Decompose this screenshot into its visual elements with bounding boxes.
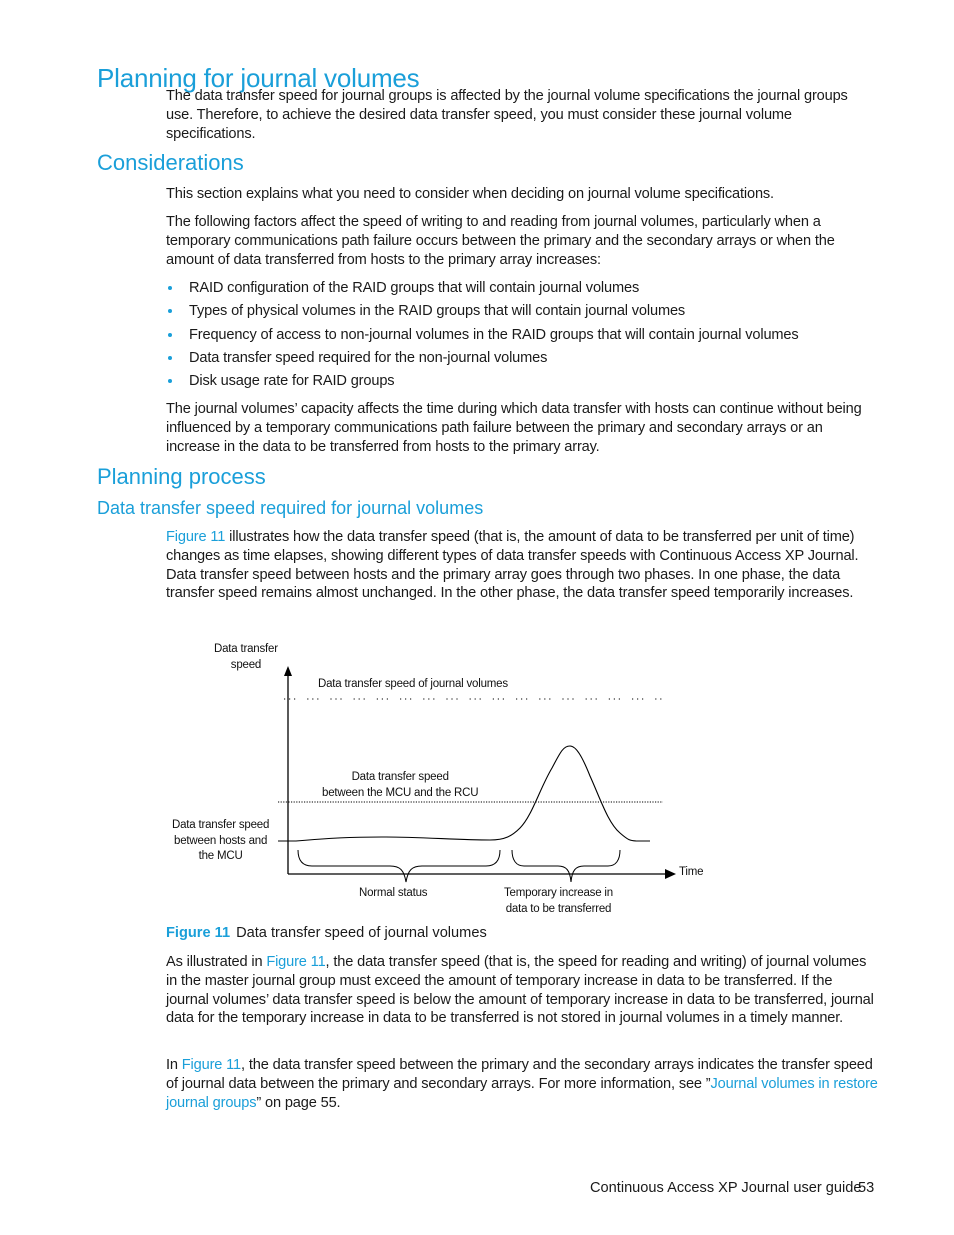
considerations-paragraph-2: The following factors affect the speed o… [166, 214, 835, 268]
y-axis-arrow-icon [284, 666, 292, 676]
intro-paragraph: The data transfer speed for journal grou… [166, 88, 848, 142]
bullet-icon [168, 379, 172, 384]
list-item: Frequency of access to non-journal volum… [166, 326, 799, 349]
temporary-increase-brace [511, 849, 621, 883]
list-item: Types of physical volumes in the RAID gr… [166, 302, 799, 325]
y-axis-label: Data transfer speed [214, 643, 278, 671]
footer-guide-title: Continuous Access XP Journal user guide [590, 1180, 862, 1196]
data-transfer-speed-subheading: Data transfer speed required for journal… [97, 498, 484, 518]
x-axis-label: Time [679, 866, 704, 878]
list-item: Data transfer speed required for the non… [166, 349, 799, 372]
planning-paragraph-3: In Figure 11, the data transfer speed be… [166, 1057, 878, 1111]
hosts-mcu-speed-label: Data transfer speed between hosts and the … [172, 819, 270, 862]
x-axis-arrow-icon [665, 869, 676, 879]
bullet-icon [168, 332, 172, 337]
normal-status-label: Normal status [359, 887, 428, 899]
figure-11-diagram: Data transfer speed Data transfer speed o… [160, 638, 720, 923]
figure-number: Figure 11 [166, 925, 231, 941]
temporary-increase-label: Temporary increase in data to be transfer… [504, 887, 613, 915]
bullet-icon [168, 286, 172, 290]
considerations-heading: Considerations [97, 150, 244, 175]
factors-list: RAID configuration of the RAID groups th… [166, 279, 799, 395]
figure-11-link[interactable]: Figure 11 [182, 1057, 241, 1073]
list-item: RAID configuration of the RAID groups th… [166, 279, 799, 302]
mcu-rcu-speed-label: Data transfer speed between the MCU and t… [322, 771, 479, 799]
journal-speed-label: Data transfer speed of journal volumes [318, 678, 508, 690]
bullet-icon [168, 355, 172, 360]
figure-11-link[interactable]: Figure 11 [266, 954, 325, 970]
considerations-paragraph-1: This section explains what you need to c… [166, 186, 774, 202]
planning-paragraph-2: As illustrated in Figure 11, the data tr… [166, 954, 874, 1027]
planning-process-heading: Planning process [97, 464, 266, 489]
list-item: Disk usage rate for RAID groups [166, 372, 799, 395]
figure-11-link[interactable]: Figure 11 [166, 529, 225, 545]
footer-page-number: 53 [858, 1180, 875, 1196]
considerations-paragraph-3: The journal volumes’ capacity affects th… [166, 401, 862, 455]
figure-caption: Figure 11 Data transfer speed of journal … [166, 925, 487, 941]
normal-status-brace [297, 849, 501, 883]
bullet-icon [168, 309, 172, 314]
planning-paragraph-1: Figure 11 illustrates how the data trans… [166, 529, 859, 602]
